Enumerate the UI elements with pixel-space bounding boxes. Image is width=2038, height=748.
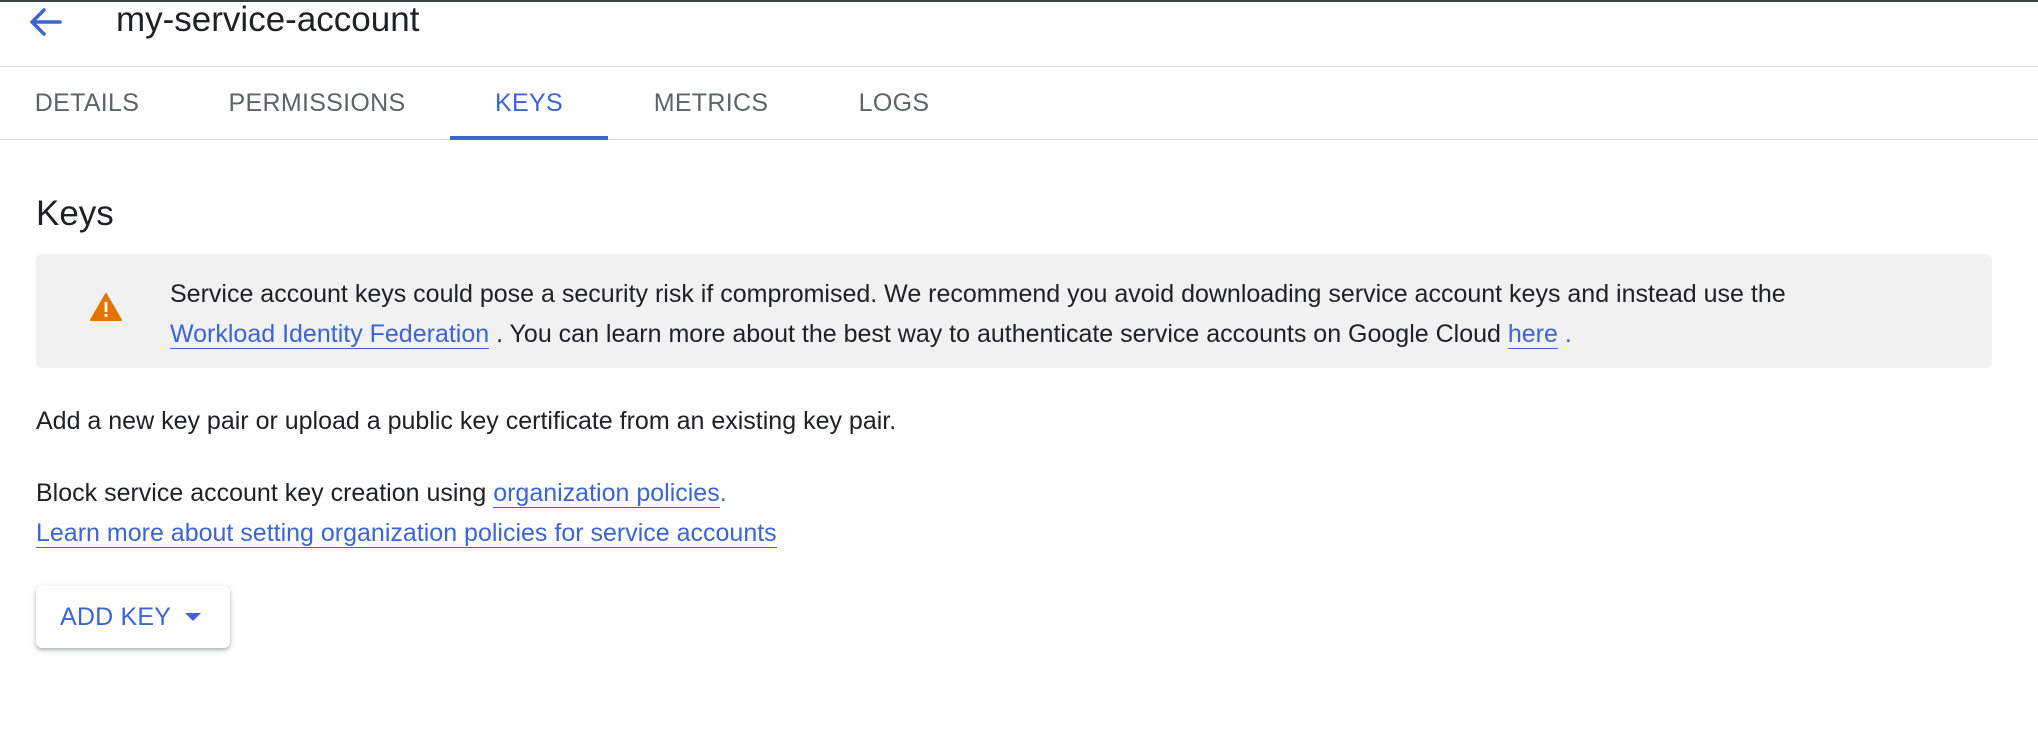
- block-key-creation-text: Block service account key creation using…: [36, 473, 727, 513]
- page-header: my-service-account: [0, 2, 2038, 67]
- warning-text-end: .: [1564, 320, 1572, 348]
- tab-permissions[interactable]: PERMISSIONS: [229, 67, 406, 139]
- arrow-back-icon: [30, 8, 62, 36]
- block-text-end: .: [719, 479, 727, 507]
- workload-identity-federation-link[interactable]: Workload Identity Federation: [170, 320, 490, 349]
- block-text: Block service account key creation using: [36, 479, 487, 507]
- learn-more-org-policies-link[interactable]: Learn more about setting organization po…: [36, 519, 777, 548]
- security-warning-banner: Service account keys could pose a securi…: [36, 254, 1992, 368]
- add-key-label: ADD KEY: [60, 602, 172, 631]
- tab-logs[interactable]: LOGS: [859, 67, 929, 139]
- learn-more-line: Learn more about setting organization po…: [36, 513, 777, 553]
- back-button[interactable]: [22, 2, 66, 42]
- dropdown-arrow-icon: [185, 613, 202, 621]
- page-title: my-service-account: [116, 0, 420, 39]
- warning-text-start: Service account keys could pose a securi…: [170, 280, 1786, 308]
- add-key-pair-description: Add a new key pair or upload a public ke…: [36, 407, 897, 435]
- tab-details[interactable]: DETAILS: [35, 67, 139, 139]
- add-key-button[interactable]: ADD KEY: [36, 586, 230, 648]
- warning-text-middle: . You can learn more about the best way …: [496, 320, 1501, 348]
- section-title: Keys: [36, 194, 114, 233]
- tab-metrics[interactable]: METRICS: [654, 67, 768, 139]
- warning-message: Service account keys could pose a securi…: [170, 274, 1970, 354]
- tab-bar: DETAILS PERMISSIONS KEYS METRICS LOGS: [0, 67, 2038, 140]
- organization-policies-link[interactable]: organization policies: [493, 479, 720, 508]
- warning-icon: [90, 293, 122, 321]
- tab-keys[interactable]: KEYS: [450, 67, 608, 140]
- here-link[interactable]: here: [1507, 320, 1558, 349]
